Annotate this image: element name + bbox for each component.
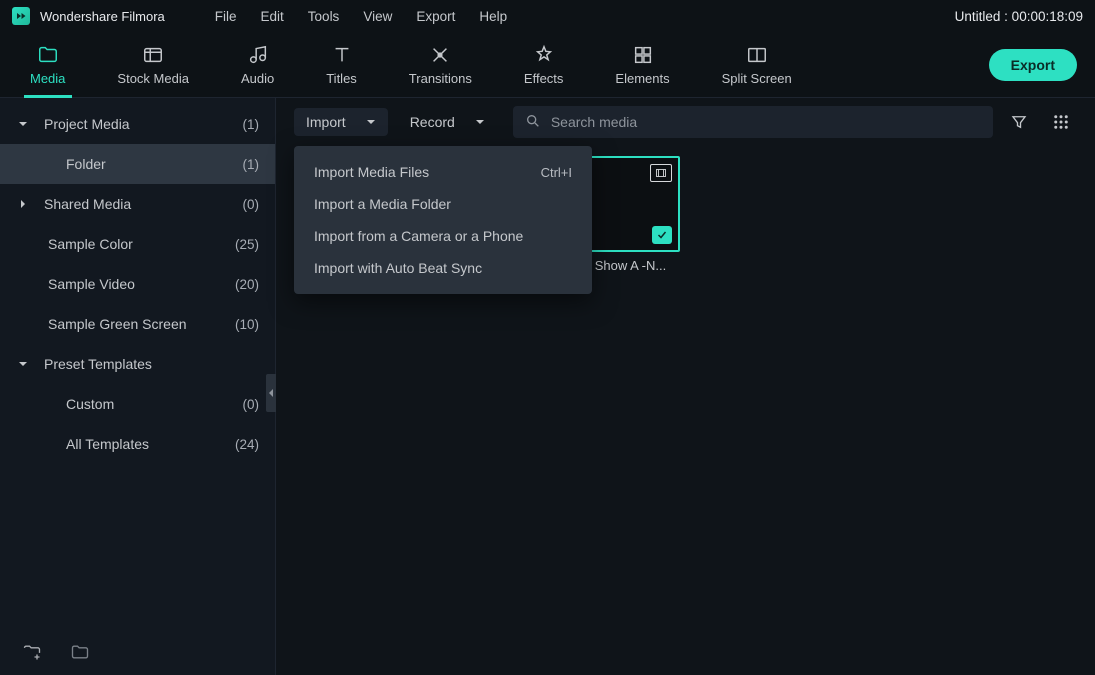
- dropdown-item-import-beat-sync[interactable]: Import with Auto Beat Sync: [294, 252, 592, 284]
- chevron-down-icon: [18, 359, 32, 369]
- sidebar-item-count: (24): [235, 437, 259, 452]
- dropdown-item-import-files[interactable]: Import Media Files Ctrl+I: [294, 156, 592, 188]
- title-bar: Wondershare Filmora File Edit Tools View…: [0, 0, 1095, 32]
- tab-effects[interactable]: Effects: [512, 32, 576, 98]
- sidebar-item-sample-green-screen[interactable]: Sample Green Screen (10): [0, 304, 275, 344]
- chevron-down-icon: [18, 119, 32, 129]
- sidebar-item-count: (20): [235, 277, 259, 292]
- tab-label: Media: [30, 71, 65, 86]
- tab-label: Split Screen: [722, 71, 792, 86]
- sidebar-item-label: Sample Video: [48, 276, 235, 292]
- chevron-right-icon: [18, 199, 32, 209]
- media-toolbar: Import Record: [276, 98, 1095, 146]
- app-title: Wondershare Filmora: [40, 9, 165, 24]
- sidebar-item-count: (0): [243, 397, 260, 412]
- stock-icon: [142, 44, 164, 66]
- tab-audio[interactable]: Audio: [229, 32, 286, 98]
- sidebar: Project Media (1) Folder (1) Shared Medi…: [0, 98, 276, 675]
- menu-item[interactable]: File: [215, 9, 237, 24]
- folder-outline-icon[interactable]: [70, 642, 90, 665]
- menu-item[interactable]: Tools: [308, 9, 340, 24]
- transitions-icon: [429, 44, 451, 66]
- music-icon: [247, 44, 269, 66]
- sidebar-tree: Project Media (1) Folder (1) Shared Medi…: [0, 98, 275, 631]
- sidebar-item-label: Folder: [66, 156, 243, 172]
- menu-bar: File Edit Tools View Export Help: [215, 9, 507, 24]
- sidebar-item-all-templates[interactable]: All Templates (24): [0, 424, 275, 464]
- tab-media[interactable]: Media: [18, 32, 77, 98]
- sidebar-item-folder[interactable]: Folder (1): [0, 144, 275, 184]
- tab-split-screen[interactable]: Split Screen: [710, 32, 804, 98]
- tab-label: Stock Media: [117, 71, 189, 86]
- sidebar-footer: [0, 631, 275, 675]
- sidebar-item-count: (1): [243, 117, 260, 132]
- sidebar-item-shared-media[interactable]: Shared Media (0): [0, 184, 275, 224]
- import-dropdown-menu: Import Media Files Ctrl+I Import a Media…: [294, 146, 592, 294]
- sidebar-item-preset-templates[interactable]: Preset Templates: [0, 344, 275, 384]
- sidebar-item-label: Preset Templates: [44, 356, 259, 372]
- split-icon: [746, 44, 768, 66]
- dropdown-item-label: Import Media Files: [314, 164, 429, 180]
- sidebar-item-count: (0): [243, 197, 260, 212]
- titles-icon: [331, 44, 353, 66]
- menu-item[interactable]: View: [363, 9, 392, 24]
- tab-label: Elements: [615, 71, 669, 86]
- tab-transitions[interactable]: Transitions: [397, 32, 484, 98]
- sidebar-item-count: (25): [235, 237, 259, 252]
- menu-item[interactable]: Help: [479, 9, 507, 24]
- filter-icon[interactable]: [1003, 106, 1035, 138]
- sidebar-item-sample-video[interactable]: Sample Video (20): [0, 264, 275, 304]
- dropdown-item-label: Import with Auto Beat Sync: [314, 260, 482, 276]
- collapse-sidebar-handle[interactable]: [266, 374, 276, 412]
- search-wrapper: [513, 106, 993, 138]
- import-label: Import: [306, 114, 346, 130]
- tab-label: Titles: [326, 71, 357, 86]
- main-panel: Import Record Import Media: [276, 98, 1095, 675]
- record-dropdown-button[interactable]: Record: [398, 108, 497, 136]
- dropdown-item-shortcut: Ctrl+I: [541, 165, 572, 180]
- sidebar-item-sample-color[interactable]: Sample Color (25): [0, 224, 275, 264]
- sidebar-item-count: (10): [235, 317, 259, 332]
- export-button[interactable]: Export: [989, 49, 1077, 81]
- menu-item[interactable]: Export: [416, 9, 455, 24]
- tab-label: Effects: [524, 71, 564, 86]
- sidebar-item-label: Custom: [66, 396, 243, 412]
- import-dropdown-button[interactable]: Import: [294, 108, 388, 136]
- dropdown-item-import-folder[interactable]: Import a Media Folder: [294, 188, 592, 220]
- check-icon: [652, 226, 672, 244]
- sidebar-item-project-media[interactable]: Project Media (1): [0, 104, 275, 144]
- search-input[interactable]: [551, 114, 981, 130]
- grid-view-icon[interactable]: [1045, 106, 1077, 138]
- tab-label: Transitions: [409, 71, 472, 86]
- menu-item[interactable]: Edit: [261, 9, 284, 24]
- chevron-down-icon: [366, 114, 376, 130]
- effects-icon: [533, 44, 555, 66]
- folder-icon: [37, 44, 59, 66]
- sidebar-item-label: Project Media: [44, 116, 243, 132]
- tab-label: Audio: [241, 71, 274, 86]
- project-info: Untitled : 00:00:18:09: [955, 9, 1083, 24]
- chevron-down-icon: [475, 114, 485, 130]
- elements-icon: [632, 44, 654, 66]
- tab-titles[interactable]: Titles: [314, 32, 369, 98]
- dropdown-item-import-camera[interactable]: Import from a Camera or a Phone: [294, 220, 592, 252]
- new-folder-icon[interactable]: [22, 642, 42, 665]
- workspace: Project Media (1) Folder (1) Shared Medi…: [0, 98, 1095, 675]
- video-badge-icon: [650, 164, 672, 182]
- tabs-bar: Media Stock Media Audio Titles Transitio…: [0, 32, 1095, 98]
- dropdown-item-label: Import from a Camera or a Phone: [314, 228, 523, 244]
- record-label: Record: [410, 114, 455, 130]
- sidebar-item-label: Shared Media: [44, 196, 243, 212]
- search-icon: [525, 113, 541, 132]
- tab-elements[interactable]: Elements: [603, 32, 681, 98]
- sidebar-item-count: (1): [243, 157, 260, 172]
- dropdown-item-label: Import a Media Folder: [314, 196, 451, 212]
- sidebar-item-custom[interactable]: Custom (0): [0, 384, 275, 424]
- app-logo: [12, 7, 30, 25]
- sidebar-item-label: Sample Green Screen: [48, 316, 235, 332]
- sidebar-item-label: All Templates: [66, 436, 235, 452]
- sidebar-item-label: Sample Color: [48, 236, 235, 252]
- tab-stock-media[interactable]: Stock Media: [105, 32, 201, 98]
